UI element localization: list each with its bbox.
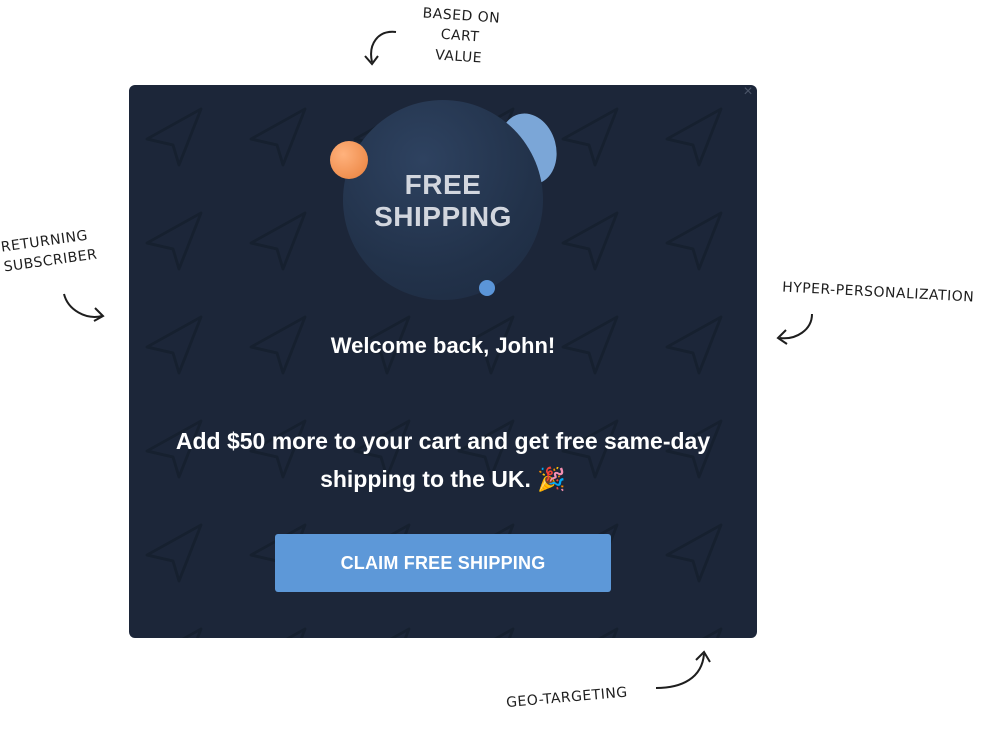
free-shipping-popup: × FREE SHIPPING Welcome back, John! Add … (129, 85, 757, 638)
welcome-heading: Welcome back, John! (330, 333, 556, 358)
annotation-hyper-personalization: HYPER-PERSONALIZATION (781, 279, 975, 306)
annotation-cart-value: BASED ON CART VALUE (402, 2, 518, 71)
arrow-icon (63, 293, 105, 322)
offer-message: Add $50 more to your cart and get free s… (175, 428, 711, 492)
decorative-bubble (479, 280, 495, 296)
badge-title-line1: FREE (404, 169, 482, 200)
arrow-icon (364, 30, 397, 66)
claim-free-shipping-button[interactable]: CLAIM FREE SHIPPING (275, 534, 611, 592)
arrow-icon (776, 313, 813, 345)
badge-title: FREE SHIPPING (343, 169, 543, 233)
close-icon[interactable]: × (741, 85, 755, 100)
annotation-geo-targeting: GEO-TARGETING (505, 684, 629, 712)
badge-title-line2: SHIPPING (374, 201, 512, 232)
annotation-returning-subscriber: RETURNING SUBSCRIBER (0, 223, 114, 279)
arrow-icon (655, 650, 711, 689)
